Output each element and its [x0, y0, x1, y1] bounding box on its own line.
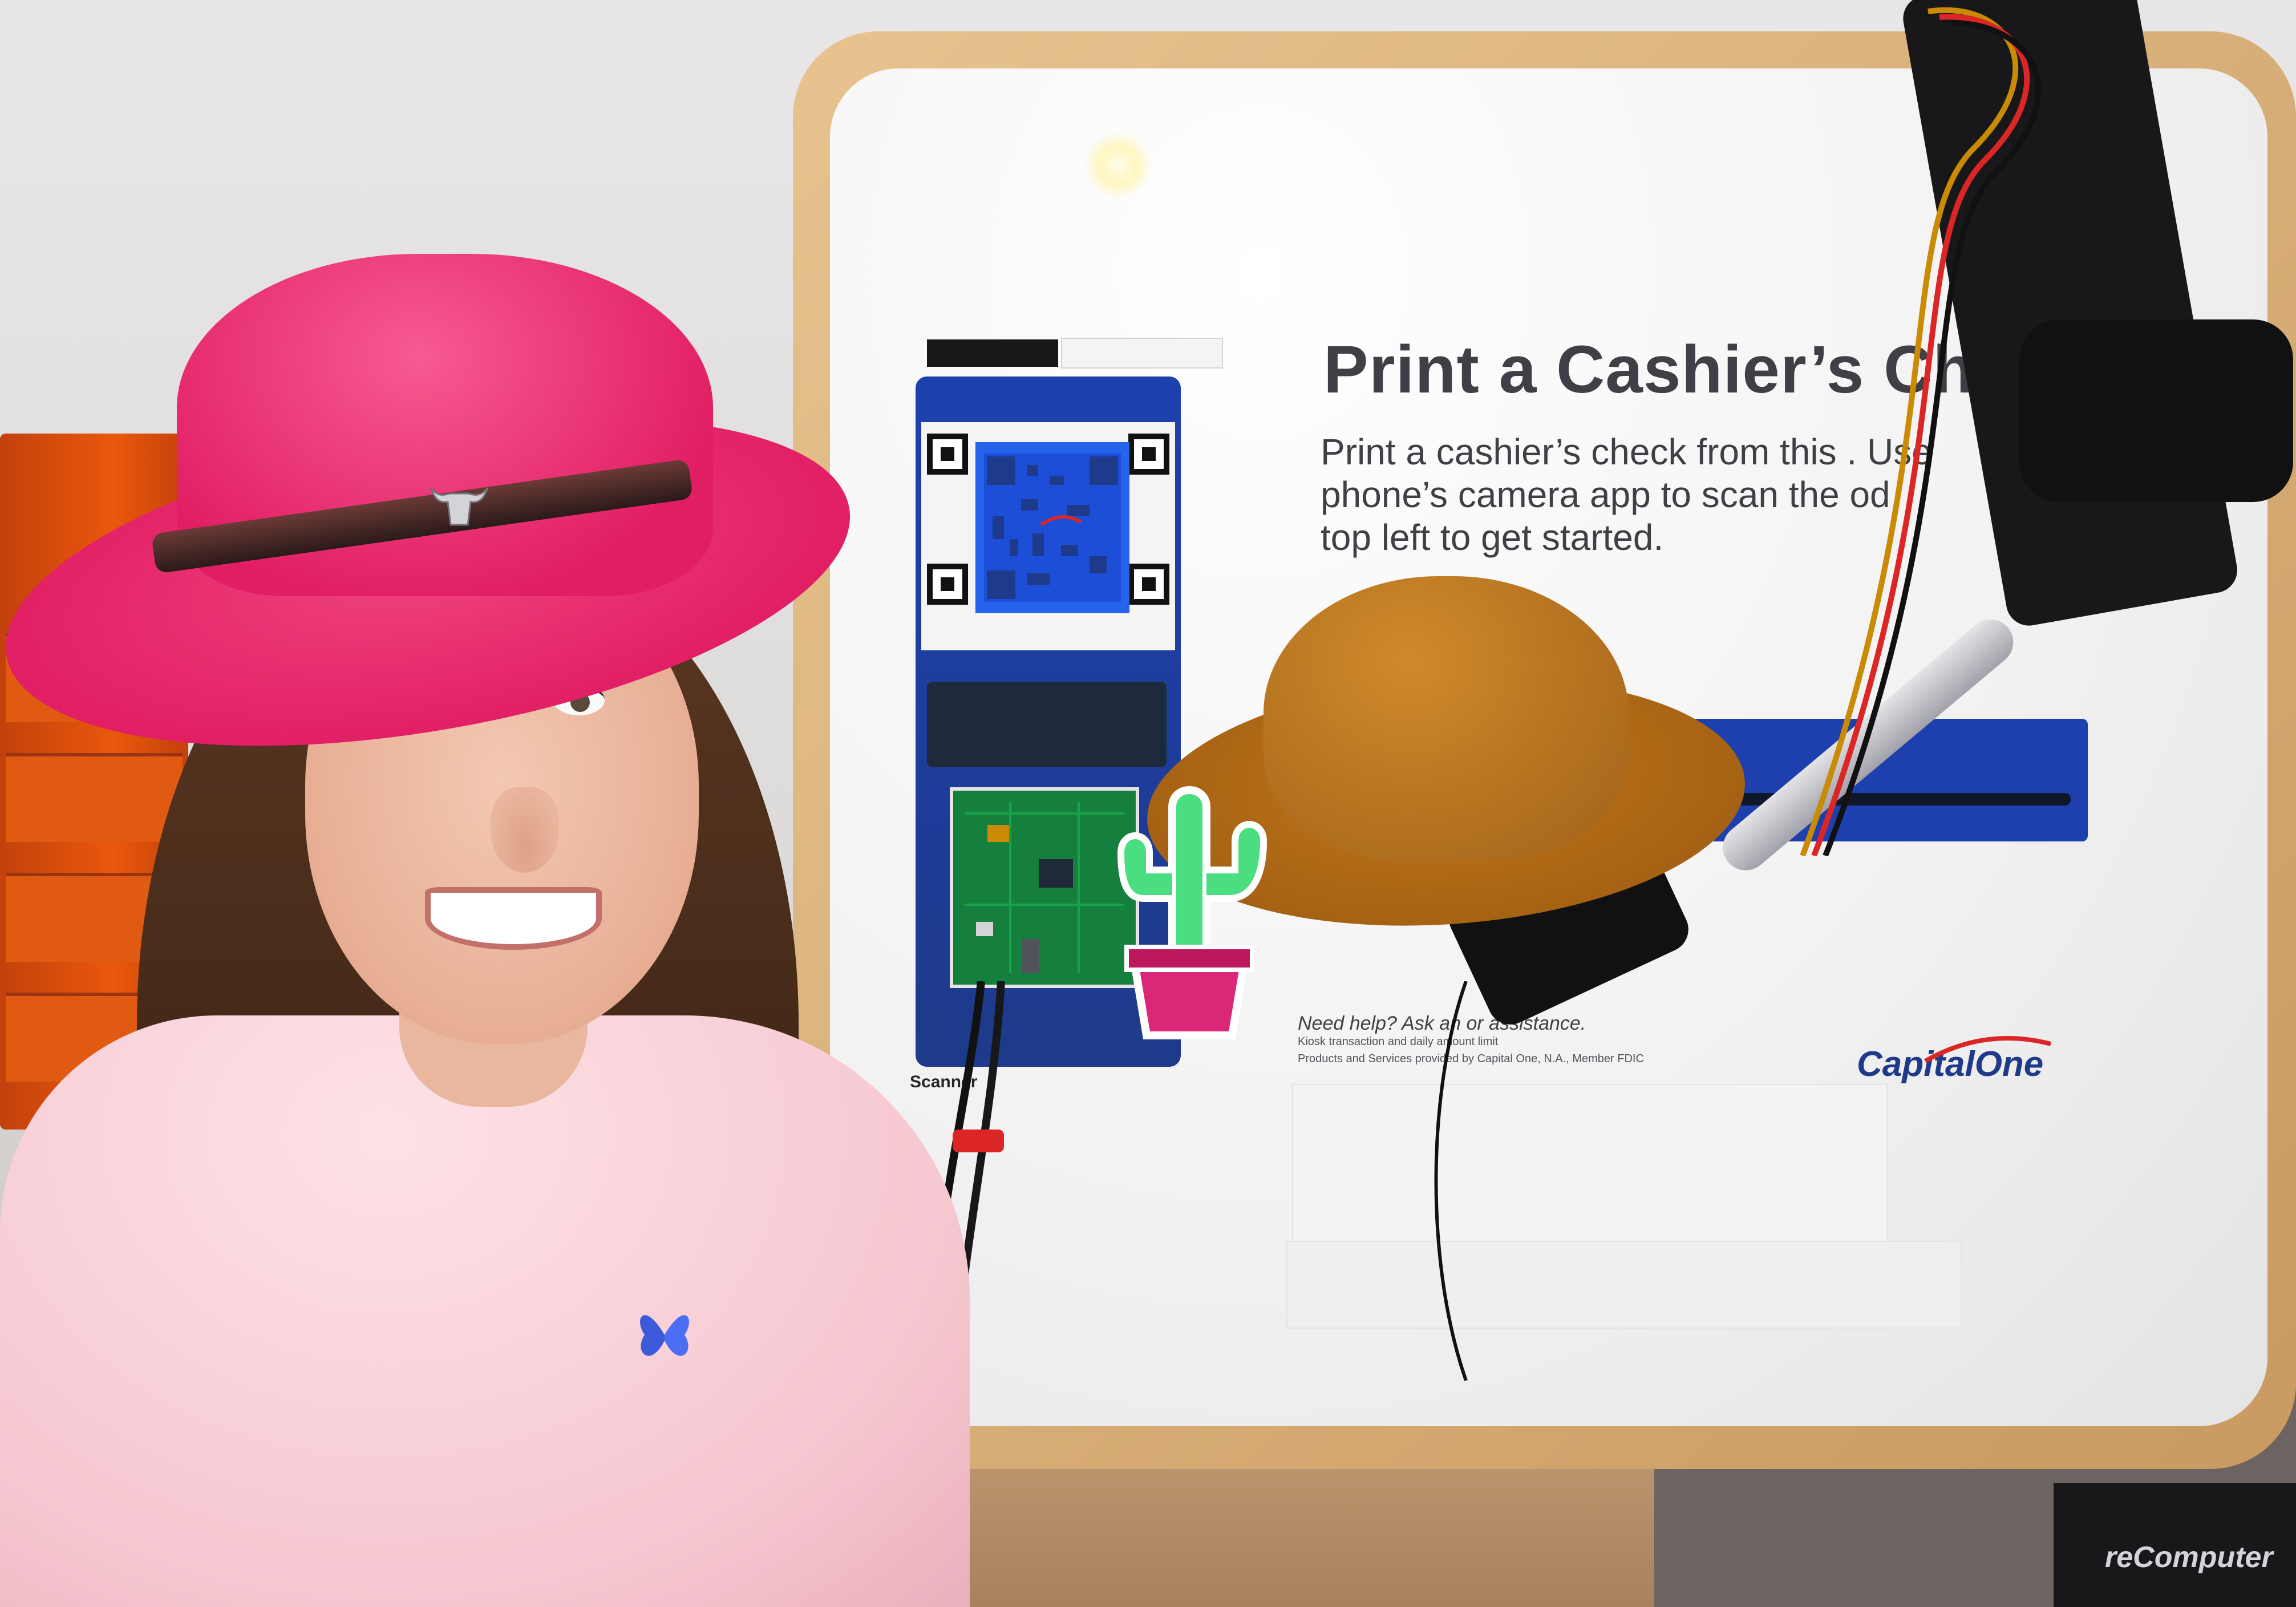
nose — [491, 787, 559, 873]
cabinet-drawer — [6, 753, 183, 842]
light-reflection — [1084, 131, 1152, 200]
card-slot — [927, 682, 1167, 767]
qr-marker-icon — [1128, 434, 1169, 475]
bull-skull-icon — [430, 487, 489, 526]
qr-code-icon — [984, 454, 1121, 602]
capital-one-swoosh-icon — [1924, 1036, 2052, 1063]
robot-wires-icon — [1800, 7, 2042, 856]
label-strip — [927, 339, 1058, 367]
circuit-board-icon — [965, 802, 1124, 973]
braille-strip — [1061, 338, 1223, 369]
cactus-sticker-icon — [1117, 786, 1268, 1039]
smile — [425, 887, 602, 950]
small-cowboy-hat-crown — [1264, 576, 1629, 861]
recomputer-label: reComputer — [2105, 1541, 2273, 1574]
kiosk-body-line: top left to get started. — [1321, 517, 1664, 558]
butterfly-icon — [640, 1315, 689, 1356]
qr-marker-icon — [1128, 564, 1169, 605]
qr-marker-icon — [927, 564, 968, 605]
qr-marker-icon — [927, 434, 968, 475]
qr-code-screen[interactable] — [975, 442, 1129, 613]
